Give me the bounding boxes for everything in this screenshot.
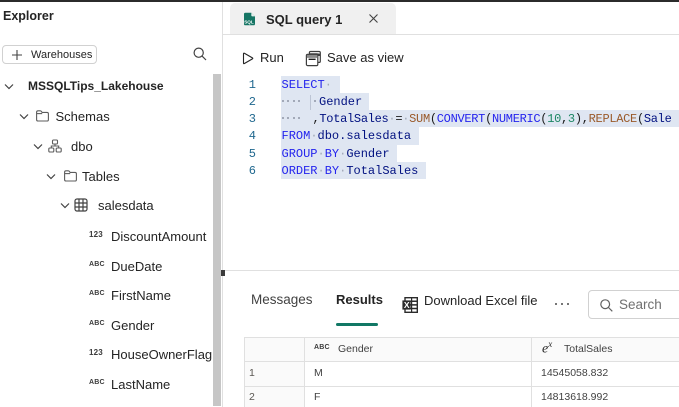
svg-text:SQL: SQL (244, 19, 254, 24)
svg-text:X: X (404, 300, 410, 310)
